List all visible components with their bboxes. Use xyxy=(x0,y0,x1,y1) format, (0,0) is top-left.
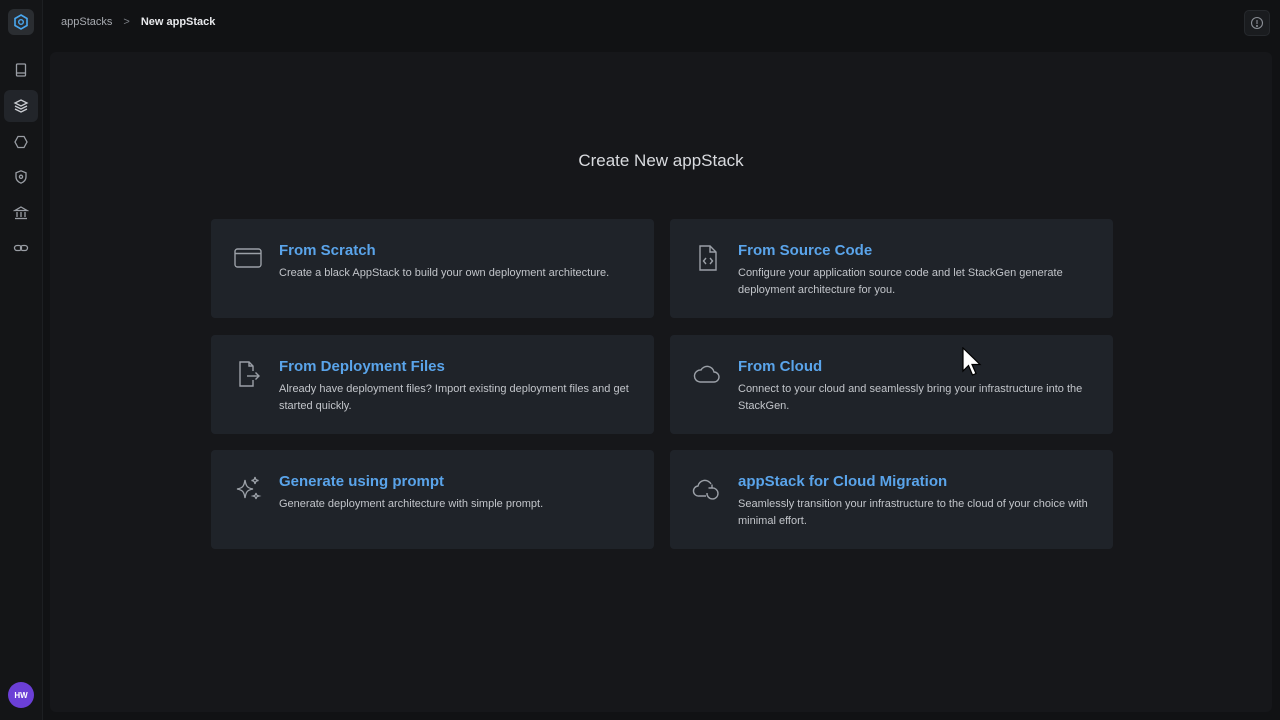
sparkles-icon xyxy=(236,476,262,500)
logo-icon xyxy=(14,14,28,30)
sidebar-item-bank[interactable] xyxy=(4,197,38,229)
link-icon xyxy=(13,244,29,252)
file-code-icon xyxy=(699,245,717,271)
app-logo[interactable] xyxy=(8,9,34,35)
card-title: From Deployment Files xyxy=(279,358,445,375)
user-avatar[interactable]: HW xyxy=(8,682,34,708)
sidebar-item-link[interactable] xyxy=(4,232,38,264)
card-description: Already have deployment files? Import ex… xyxy=(279,383,629,412)
page-title: Create New appStack xyxy=(578,151,744,170)
card-description: Create a black AppStack to build your ow… xyxy=(279,267,610,279)
from-source-code-card[interactable]: From Source Code Configure your applicat… xyxy=(670,219,1113,318)
shield-icon xyxy=(15,170,27,184)
card-title: Generate using prompt xyxy=(279,473,445,490)
sidebar-item-shield[interactable] xyxy=(4,161,38,193)
cloud-migration-card[interactable]: appStack for Cloud Migration Seamlessly … xyxy=(670,450,1113,549)
sidebar-item-hexagon[interactable] xyxy=(4,126,38,158)
card-title: From Cloud xyxy=(738,358,823,375)
help-icon xyxy=(1250,16,1264,30)
file-export-icon xyxy=(239,361,260,387)
card-description: Connect to your cloud and seamlessly bri… xyxy=(738,383,1083,412)
card-title: From Source Code xyxy=(738,242,873,259)
hexagon-icon xyxy=(14,135,28,149)
layers-icon xyxy=(13,99,29,113)
book-icon xyxy=(15,63,27,77)
generate-using-prompt-card[interactable]: Generate using prompt Generate deploymen… xyxy=(211,450,654,549)
cloud-migration-icon xyxy=(692,479,719,500)
breadcrumb-appstacks-link[interactable]: appStacks xyxy=(61,16,112,28)
card-title: appStack for Cloud Migration xyxy=(738,473,948,490)
card-title: From Scratch xyxy=(279,242,376,259)
card-description: Seamlessly transition your infrastructur… xyxy=(738,498,1088,527)
breadcrumb: appStacks > New appStack xyxy=(61,16,215,28)
sidebar-item-book[interactable] xyxy=(4,54,38,86)
sidebar: HW xyxy=(0,0,43,720)
chevron-right-icon: > xyxy=(123,16,130,28)
topbar: appStacks > New appStack xyxy=(42,0,1280,44)
mouse-cursor-icon xyxy=(962,347,982,376)
from-cloud-card[interactable]: From Cloud Connect to your cloud and sea… xyxy=(670,335,1113,434)
card-description: Configure your application source code a… xyxy=(738,267,1063,296)
breadcrumb-current: New appStack xyxy=(140,16,216,28)
card-description: Generate deployment architecture with si… xyxy=(279,498,544,510)
sidebar-item-appstacks[interactable] xyxy=(4,90,38,122)
main-panel: Create New appStack From Scratch Create … xyxy=(50,52,1272,712)
cloud-icon xyxy=(693,365,720,383)
help-button[interactable] xyxy=(1244,10,1270,36)
window-icon xyxy=(234,248,262,268)
from-scratch-card[interactable]: From Scratch Create a black AppStack to … xyxy=(211,219,654,318)
bank-icon xyxy=(13,206,29,220)
from-deployment-files-card[interactable]: From Deployment Files Already have deplo… xyxy=(211,335,654,434)
